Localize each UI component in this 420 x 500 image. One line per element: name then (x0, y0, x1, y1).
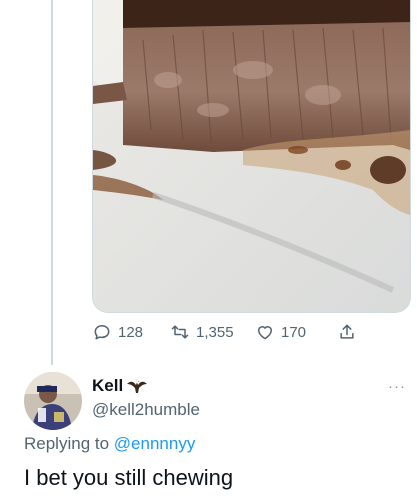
eagle-emoji-icon (127, 378, 147, 393)
tweet-text: I bet you still chewing (24, 465, 234, 490)
user-handle[interactable]: @kell2humble (92, 400, 200, 420)
retweet-count: 1,355 (196, 323, 234, 341)
display-name[interactable]: Kell (92, 376, 123, 396)
tweet-media-image[interactable] (92, 0, 411, 313)
reply-action[interactable]: 128 (92, 322, 143, 342)
like-count: 170 (281, 323, 307, 341)
heart-icon (258, 326, 272, 340)
thread-connector-line (51, 0, 53, 365)
more-options-icon[interactable]: ··· (388, 378, 406, 395)
tweet-actions-bar: 128 1,355 170 (92, 318, 392, 346)
retweet-icon (171, 325, 189, 339)
like-action[interactable]: 170 (255, 322, 306, 342)
avatar-image (24, 372, 82, 430)
retweet-action[interactable]: 1,355 (170, 322, 234, 342)
replying-to-line: Replying to @ennnnyy (24, 434, 195, 454)
steak-photo (93, 0, 410, 312)
replying-to-label: Replying to (24, 434, 110, 453)
share-icon (340, 324, 354, 339)
replying-to-handle-link[interactable]: @ennnnyy (114, 434, 196, 453)
reply-count: 128 (118, 323, 144, 341)
avatar[interactable] (24, 372, 82, 430)
share-action[interactable] (337, 322, 357, 342)
reply-icon (94, 325, 110, 340)
